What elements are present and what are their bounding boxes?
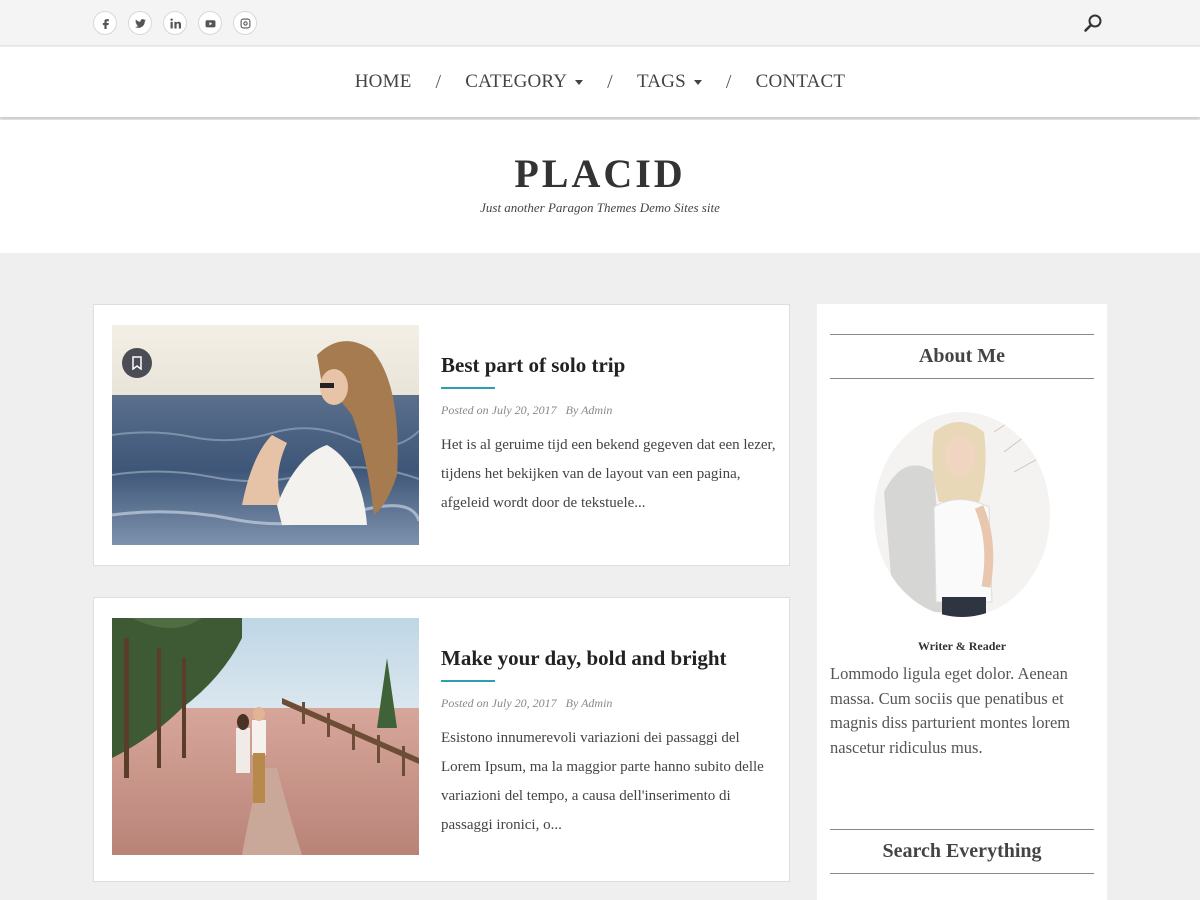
instagram-icon[interactable] [233, 11, 257, 35]
post-meta: Posted on July 20, 2017 By Admin [441, 696, 612, 711]
post-author[interactable]: By Admin [566, 403, 613, 417]
about-text: Lommodo ligula eget dolor. Aenean massa.… [830, 664, 1071, 757]
author-avatar [874, 412, 1050, 617]
site-title[interactable]: PLACID [0, 150, 1200, 197]
post-title[interactable]: Best part of solo trip [441, 353, 625, 378]
top-bar [0, 0, 1200, 46]
site-tagline: Just another Paragon Themes Demo Sites s… [480, 200, 720, 215]
nav-tags[interactable]: TAGS [637, 71, 702, 93]
post-thumbnail[interactable] [112, 325, 419, 545]
nav-contact[interactable]: CONTACT [756, 71, 846, 93]
nav-separator: / [435, 70, 442, 93]
post-title[interactable]: Make your day, bold and bright [441, 646, 727, 671]
search-icon[interactable] [1082, 12, 1104, 34]
title-underline [441, 387, 495, 389]
post-card: Best part of solo trip Posted on July 20… [93, 304, 790, 566]
site-branding: PLACID Just another Paragon Themes Demo … [0, 120, 1200, 253]
post-card: Make your day, bold and bright Posted on… [93, 597, 790, 882]
bookmark-icon[interactable] [122, 348, 152, 378]
nav-separator: / [607, 70, 613, 93]
post-date[interactable]: Posted on July 20, 2017 [441, 696, 557, 710]
chevron-down-icon [575, 79, 584, 85]
nav-category-label: CATEGORY [465, 71, 568, 92]
post-author[interactable]: By Admin [566, 696, 613, 710]
search-widget-title: Search Everything [830, 829, 1094, 874]
chevron-down-icon [693, 79, 702, 85]
nav-tags-label: TAGS [636, 71, 686, 92]
nav-category[interactable]: CATEGORY [465, 71, 584, 93]
about-widget-title: About Me [830, 334, 1094, 379]
post-date[interactable]: Posted on July 20, 2017 [441, 403, 557, 417]
author-role: Writer & Reader [917, 639, 1007, 653]
post-thumbnail[interactable] [112, 618, 419, 855]
youtube-icon[interactable] [198, 11, 222, 35]
main-navigation: HOME / CATEGORY / TAGS / CONTACT [0, 47, 1200, 117]
facebook-icon[interactable] [93, 11, 117, 35]
twitter-icon[interactable] [128, 11, 152, 35]
post-excerpt: Esistono innumerevoli variazioni dei pas… [441, 730, 764, 833]
nav-separator: / [725, 70, 732, 93]
linkedin-icon[interactable] [163, 11, 187, 35]
post-meta: Posted on July 20, 2017 By Admin [441, 403, 612, 418]
sidebar: About Me Writer & Reader Lommodo ligula … [817, 304, 1107, 900]
social-links [93, 11, 257, 35]
nav-home[interactable]: HOME [355, 71, 412, 93]
post-excerpt: Het is al geruime tijd een bekend gegeve… [441, 437, 776, 511]
title-underline [441, 680, 495, 682]
